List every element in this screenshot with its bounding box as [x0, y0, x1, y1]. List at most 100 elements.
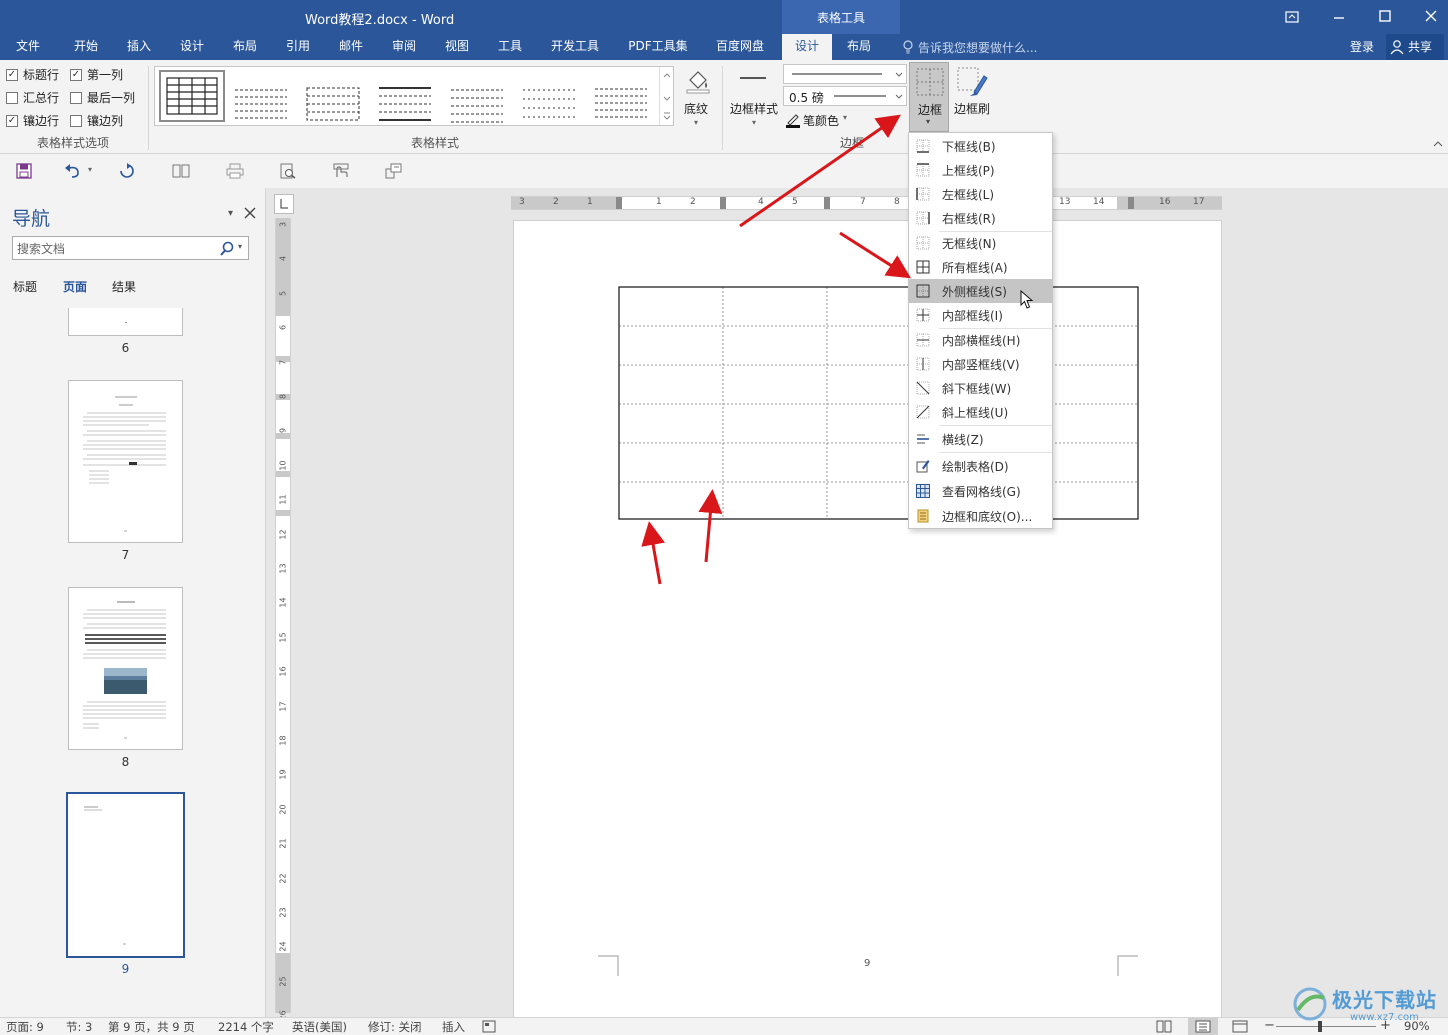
- line-style-select[interactable]: [783, 64, 907, 84]
- checkbox-first-column[interactable]: ✓ 第一列: [70, 66, 123, 83]
- status-section[interactable]: 节: 3: [66, 1019, 92, 1035]
- web-layout-icon[interactable]: [1232, 1020, 1248, 1033]
- share-button[interactable]: 共享: [1386, 34, 1444, 60]
- menu-item-top-border[interactable]: 上框线(P): [909, 158, 1052, 182]
- nav-search-box[interactable]: 搜索文档 ▾: [12, 236, 249, 260]
- book-view-icon[interactable]: [172, 163, 190, 179]
- borders-button[interactable]: 边框 ▾: [909, 62, 949, 132]
- maximize-icon[interactable]: [1371, 6, 1399, 28]
- menu-item-draw-table[interactable]: 绘制表格(D): [909, 454, 1052, 478]
- vruler-number: 21: [278, 838, 288, 849]
- page-thumbnail-6[interactable]: [68, 308, 183, 336]
- menu-item-right-border[interactable]: 右框线(R): [909, 206, 1052, 230]
- menu-item-all-borders[interactable]: 所有框线(A): [909, 255, 1052, 279]
- tab-layout[interactable]: 布局: [225, 34, 265, 60]
- macro-record-icon[interactable]: [482, 1020, 496, 1033]
- tab-baidu-netdisk[interactable]: 百度网盘: [708, 34, 772, 60]
- status-track-changes[interactable]: 修订: 关闭: [368, 1019, 422, 1035]
- table-style-4[interactable]: [375, 81, 433, 125]
- border-painter-button[interactable]: 边框刷: [951, 64, 993, 130]
- search-icon[interactable]: [219, 241, 235, 257]
- page-thumbnail-8[interactable]: [68, 587, 183, 750]
- undo-dropdown-icon[interactable]: ▾: [88, 165, 92, 174]
- tab-mailings[interactable]: 邮件: [331, 34, 371, 60]
- read-mode-icon[interactable]: [1156, 1020, 1172, 1033]
- undo-icon[interactable]: [64, 163, 82, 179]
- menu-item-horizontal-line[interactable]: 横线(Z): [909, 427, 1052, 451]
- table-style-7[interactable]: [591, 81, 649, 125]
- save-icon[interactable]: [16, 163, 32, 179]
- gallery-scroll[interactable]: [659, 67, 673, 125]
- tab-design[interactable]: 设计: [172, 34, 212, 60]
- checkbox-total-row[interactable]: 汇总行: [6, 89, 59, 106]
- menu-item-left-border[interactable]: 左框线(L): [909, 182, 1052, 206]
- menu-item-inside-vertical[interactable]: 内部竖框线(V): [909, 352, 1052, 376]
- print-icon[interactable]: [226, 163, 244, 179]
- table-style-5[interactable]: [447, 81, 505, 125]
- document-page[interactable]: 9: [513, 220, 1222, 1020]
- ruler-number: 17: [1193, 197, 1205, 207]
- status-page-of[interactable]: 第 9 页，共 9 页: [108, 1019, 195, 1035]
- table-style-3[interactable]: [303, 81, 361, 125]
- pen-color-button[interactable]: 笔颜色 ▾: [783, 110, 863, 130]
- menu-item-no-border[interactable]: 无框线(N): [909, 231, 1052, 255]
- tab-developer[interactable]: 开发工具: [543, 34, 607, 60]
- table-style-2[interactable]: [231, 81, 289, 125]
- ribbon-display-icon[interactable]: [1278, 6, 1306, 28]
- tab-table-layout[interactable]: 布局: [836, 34, 882, 60]
- table-styles-gallery[interactable]: [154, 66, 674, 126]
- menu-item-diagonal-down[interactable]: 斜下框线(W): [909, 376, 1052, 400]
- minimize-icon[interactable]: [1325, 6, 1353, 28]
- tab-stop-selector[interactable]: [274, 194, 294, 214]
- nav-tab-pages[interactable]: 页面: [63, 278, 87, 295]
- border-painter-icon: [957, 67, 988, 96]
- print-preview-icon[interactable]: [279, 163, 297, 179]
- page-thumbnail-7[interactable]: [68, 380, 183, 543]
- page-thumbnail-9[interactable]: [66, 792, 185, 958]
- tab-home[interactable]: 开始: [66, 34, 106, 60]
- redo-icon[interactable]: [118, 163, 136, 179]
- nav-tab-results[interactable]: 结果: [112, 278, 136, 295]
- tab-references[interactable]: 引用: [278, 34, 318, 60]
- checkbox-label: 第一列: [87, 68, 124, 82]
- tab-insert[interactable]: 插入: [119, 34, 159, 60]
- status-language[interactable]: 英语(美国): [292, 1019, 347, 1035]
- tab-file[interactable]: 文件: [8, 34, 48, 60]
- shading-button[interactable]: 底纹 ▾: [680, 64, 716, 130]
- status-page[interactable]: 页面: 9: [6, 1019, 44, 1035]
- horizontal-ruler[interactable]: 3 2 1 1 2 4 5 7 8 13 14 16 17: [511, 196, 1222, 210]
- status-insert-mode[interactable]: 插入: [442, 1019, 465, 1035]
- checkbox-banded-rows[interactable]: ✓ 镶边行: [6, 112, 59, 129]
- nav-tab-headings[interactable]: 标题: [13, 278, 37, 295]
- table-style-6[interactable]: [519, 81, 577, 125]
- close-icon[interactable]: [244, 207, 256, 219]
- tab-table-design[interactable]: 设计: [782, 34, 832, 60]
- table-style-grid-selected[interactable]: [159, 70, 225, 122]
- border-styles-button[interactable]: 边框样式 ▾: [728, 66, 780, 132]
- chevron-down-icon[interactable]: ▾: [238, 242, 242, 251]
- tab-pdf-tools[interactable]: PDF工具集: [622, 34, 694, 60]
- zoom-out-icon[interactable]: −: [1264, 1018, 1275, 1033]
- tab-view[interactable]: 视图: [437, 34, 477, 60]
- document-table[interactable]: [618, 286, 1140, 521]
- menu-item-inside-horizontal[interactable]: 内部横框线(H): [909, 328, 1052, 352]
- nav-options-icon[interactable]: ▾: [228, 208, 233, 219]
- customize-qat-icon[interactable]: [385, 163, 403, 179]
- menu-item-view-gridlines[interactable]: 查看网格线(G): [909, 479, 1052, 503]
- login-link[interactable]: 登录: [1350, 38, 1374, 55]
- tab-review[interactable]: 审阅: [384, 34, 424, 60]
- checkbox-banded-columns[interactable]: 镶边列: [70, 112, 123, 129]
- menu-item-diagonal-up[interactable]: 斜上框线(U): [909, 400, 1052, 424]
- checkbox-header-row[interactable]: ✓ 标题行: [6, 66, 59, 83]
- menu-item-borders-and-shading[interactable]: 边框和底纹(O)...: [909, 504, 1052, 528]
- menu-item-bottom-border[interactable]: 下框线(B): [909, 134, 1052, 158]
- line-weight-select[interactable]: 0.5 磅: [783, 86, 907, 106]
- tell-me-box[interactable]: 告诉我您想要做什么...: [918, 39, 1037, 56]
- print-layout-button[interactable]: [1188, 1018, 1218, 1035]
- close-icon[interactable]: [1417, 6, 1445, 28]
- tab-tools[interactable]: 工具: [490, 34, 530, 60]
- touch-mode-icon[interactable]: [332, 163, 350, 179]
- collapse-ribbon-icon[interactable]: [1432, 138, 1444, 150]
- status-word-count[interactable]: 2214 个字: [218, 1019, 274, 1035]
- checkbox-last-column[interactable]: 最后一列: [70, 89, 135, 106]
